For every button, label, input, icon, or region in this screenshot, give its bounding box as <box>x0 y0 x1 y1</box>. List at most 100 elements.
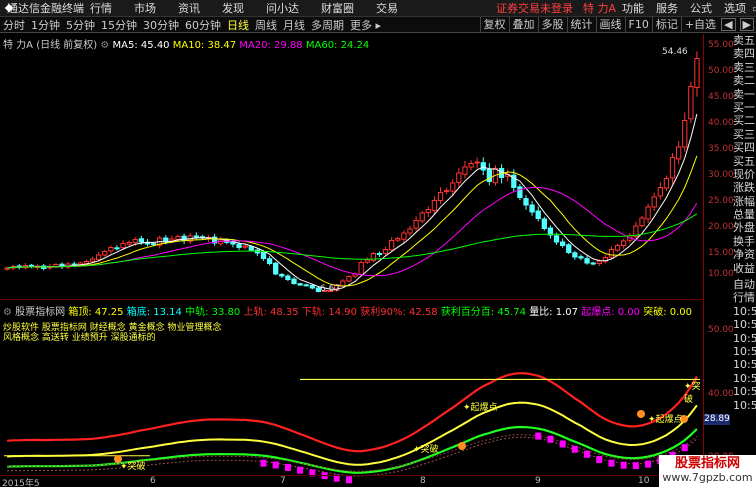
sidebar-item: 买二 <box>733 114 755 128</box>
signal-dot-icon <box>637 410 645 418</box>
ma10-label: MA10: 38.47 <box>172 40 237 51</box>
period-30min[interactable]: 30分钟 <box>140 17 182 33</box>
y-axis-label: 45.00 <box>708 92 734 102</box>
signal-block <box>596 455 603 463</box>
box-top-label: 箱顶: 47.25 <box>68 307 124 318</box>
candle-body <box>608 249 615 258</box>
period-more-label: 更多 <box>350 18 372 32</box>
candle-body <box>425 209 431 214</box>
period-1min[interactable]: 1分钟 <box>28 17 63 33</box>
menu-item-jiaoyi[interactable]: 交易 <box>365 0 409 16</box>
sidebar-item: 外盘 <box>733 221 755 235</box>
period-monthly[interactable]: 月线 <box>280 17 308 33</box>
x-axis-label: 7 <box>280 476 286 486</box>
multistock-button[interactable]: 多股 <box>537 16 567 33</box>
ind-y-axis-label: 50.00 <box>708 325 734 335</box>
y-axis-label: 20.00 <box>708 222 734 232</box>
menu-item-caifuquan[interactable]: 财富圈 <box>310 0 365 16</box>
candle-body <box>596 260 602 264</box>
period-fenshi[interactable]: 分时 <box>0 17 28 33</box>
minimize-icon[interactable]: ▭ <box>752 2 756 15</box>
candle-body <box>669 157 676 179</box>
menu-item-hangqing[interactable]: 行情 <box>79 0 123 16</box>
mark-button[interactable]: 标记 <box>651 16 681 33</box>
menu-item-zixun[interactable]: 资讯 <box>167 0 211 16</box>
period-weekly[interactable]: 周线 <box>252 17 280 33</box>
breakout-marker-3: ✦突破 <box>684 382 701 405</box>
login-status[interactable]: 证券交易未登录 <box>496 0 573 16</box>
indicator-header: ⚙ 股票指标网 箱顶: 47.25 箱底: 13.14 中轨: 33.80 上轨… <box>3 303 692 318</box>
candle-body <box>102 251 108 256</box>
sidebar-item: 买四 <box>733 141 755 155</box>
candle-body <box>566 244 572 253</box>
candle-body <box>169 238 175 242</box>
add-favorite-button[interactable]: +自选 <box>680 16 719 33</box>
candle-body <box>663 178 670 189</box>
kline-panel[interactable]: 特 力A (日线 前复权) ⚙ MA5: 45.40 MA10: 38.47 M… <box>0 34 703 300</box>
sidebar-time: 10:5 <box>733 304 756 318</box>
candle-body <box>639 217 645 227</box>
indicator-panel[interactable]: ⚙ 股票指标网 箱顶: 47.25 箱底: 13.14 中轨: 33.80 上轨… <box>0 301 703 484</box>
candle-body <box>401 232 407 240</box>
draw-line-button[interactable]: 画线 <box>595 16 625 33</box>
candle-body <box>193 235 199 238</box>
low-price-annotation: 6.67 <box>320 284 341 294</box>
sidebar-item: 买三 <box>733 127 755 141</box>
x-axis-label: 9 <box>535 476 541 486</box>
fuquan-button[interactable]: 复权 <box>479 16 509 33</box>
menu-item-wenxiaoda[interactable]: 问小达 <box>255 0 310 16</box>
settings-icon[interactable]: ⚙ <box>100 40 109 51</box>
f10-button[interactable]: F10 <box>624 16 652 33</box>
candle-body <box>83 261 90 264</box>
y-axis-label: 15.00 <box>708 248 734 258</box>
sidebar-auto-tab[interactable]: 自动 <box>733 278 756 291</box>
menu-item-faxian[interactable]: 发现 <box>211 0 255 16</box>
profit-pct-label: 获利百分百: 45.74 <box>440 307 526 318</box>
candle-body <box>108 247 114 252</box>
breakout-marker-1: ✦突破 <box>120 462 146 472</box>
sidebar-time: 10:5 <box>733 398 756 412</box>
period-more[interactable]: 更多 ▸ <box>347 17 384 33</box>
y-axis-label: 25.00 <box>708 196 734 206</box>
candle-body <box>645 206 651 220</box>
stats-button[interactable]: 统计 <box>566 16 596 33</box>
signal-block <box>284 463 291 471</box>
candle-body <box>382 249 389 254</box>
sidebar-time: 10:5 <box>733 331 756 345</box>
candle-body <box>651 196 657 208</box>
signal-block <box>681 444 688 452</box>
candle-body <box>529 204 535 213</box>
candle-body <box>688 86 694 120</box>
sidebar-quote-tab[interactable]: 行情 <box>733 291 756 304</box>
candle-body <box>535 210 541 220</box>
period-multi[interactable]: 多周期 <box>308 17 347 33</box>
candle-body <box>450 182 456 192</box>
period-daily[interactable]: 日线 <box>224 17 252 33</box>
candle-body <box>95 254 102 261</box>
menu-gongneng[interactable]: 功能 <box>616 0 650 16</box>
sidebar-time: 10:5 <box>733 344 756 358</box>
menu-xuanxiang[interactable]: 选项 <box>718 0 752 16</box>
menu-fuwu[interactable]: 服务 <box>650 0 684 16</box>
arrow-right-icon[interactable]: ▶ <box>739 18 754 31</box>
candle-body <box>340 280 346 287</box>
candle-body <box>413 220 419 229</box>
signal-block <box>645 460 652 468</box>
overlay-button[interactable]: 叠加 <box>508 16 538 33</box>
candle-body <box>126 242 132 245</box>
menu-gongshi[interactable]: 公式 <box>684 0 718 16</box>
signal-block <box>260 459 267 467</box>
period-15min[interactable]: 15分钟 <box>98 17 140 33</box>
indicator-settings-icon[interactable]: ⚙ <box>3 307 12 318</box>
y-axis-label: 40.00 <box>708 118 734 128</box>
candle-body <box>419 212 425 222</box>
period-5min[interactable]: 5分钟 <box>63 17 98 33</box>
rise-point-marker-1: ✦起爆点 <box>463 403 498 413</box>
menu-item-shichang[interactable]: 市场 <box>123 0 167 16</box>
current-stock-tag: 特 力A <box>583 2 617 15</box>
candle-body <box>376 253 383 255</box>
period-60min[interactable]: 60分钟 <box>182 17 224 33</box>
arrow-left-icon[interactable]: ◀ <box>721 18 736 31</box>
volume-ratio-label: 量比: 1.07 <box>529 307 579 318</box>
candle-body <box>437 192 444 201</box>
